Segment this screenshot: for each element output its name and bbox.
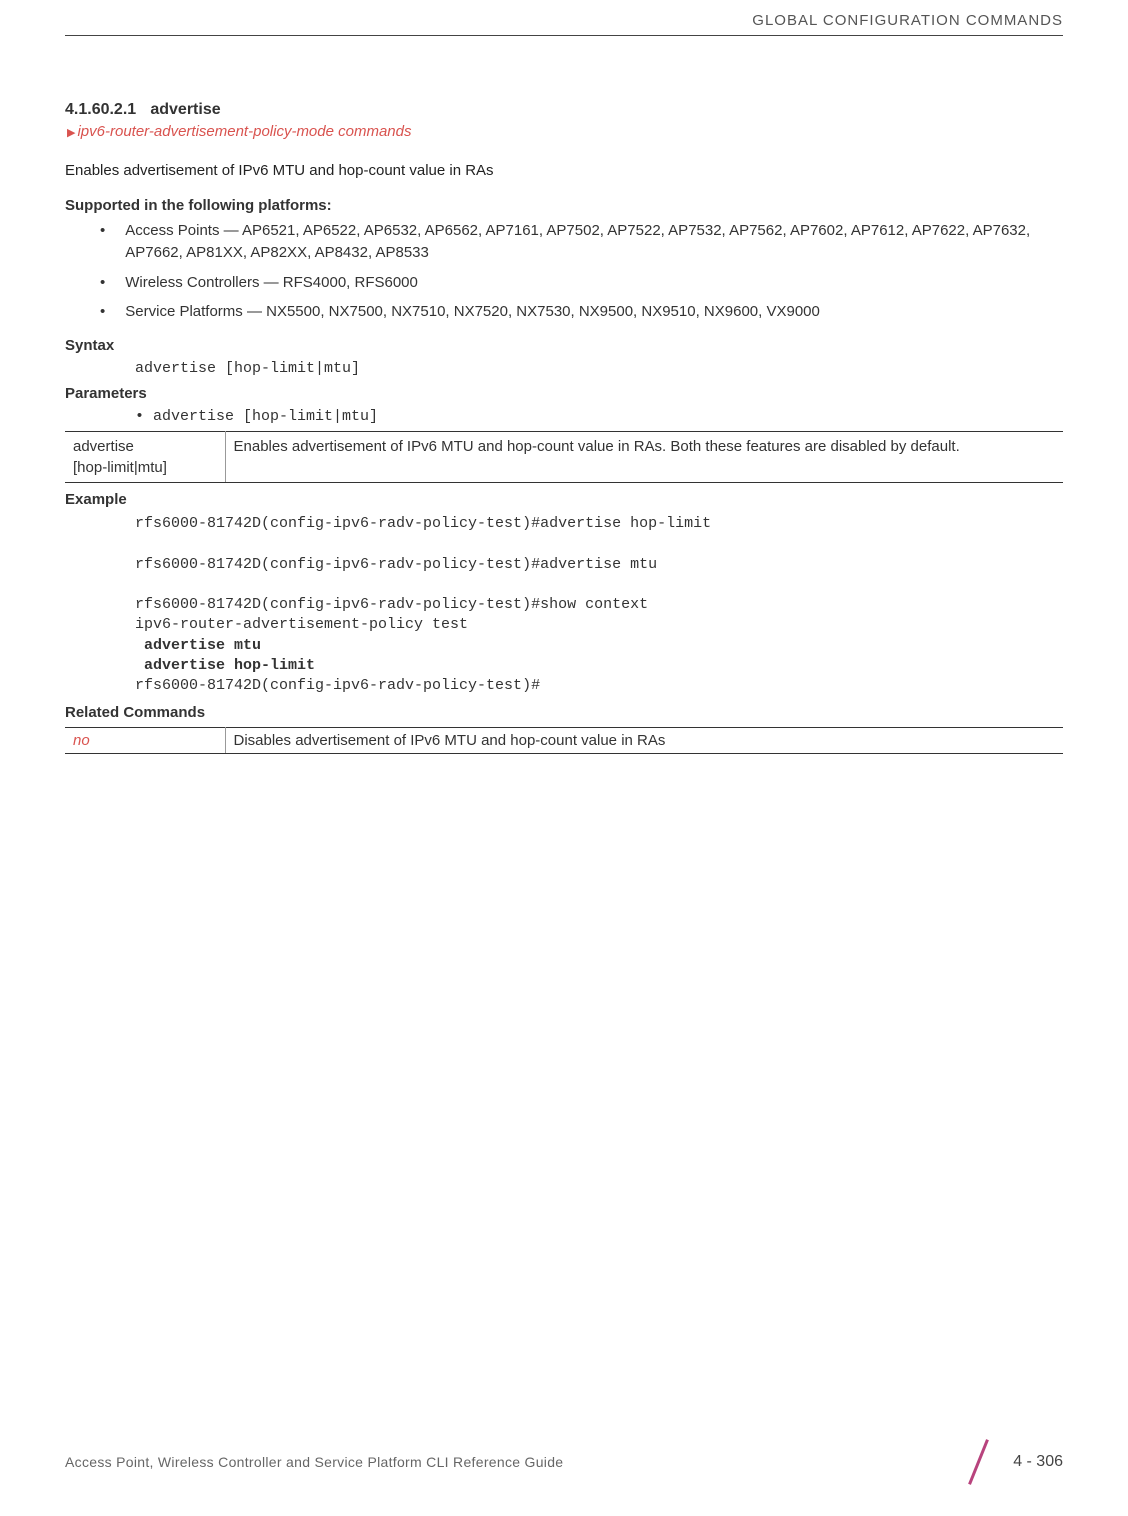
list-item: • Wireless Controllers — RFS4000, RFS600… xyxy=(100,272,1063,294)
parameters-table: advertise [hop-limit|mtu] Enables advert… xyxy=(65,431,1063,483)
related-desc-cell: Disables advertisement of IPv6 MTU and h… xyxy=(225,728,1063,754)
page-number: 4 - 306 xyxy=(1013,1453,1063,1471)
bullet-icon: • xyxy=(100,272,105,294)
supported-list: • Access Points — AP6521, AP6522, AP6532… xyxy=(100,220,1063,323)
arrow-icon: ▶ xyxy=(67,127,75,139)
mode-link[interactable]: ▶ipv6-router-advertisement-policy-mode c… xyxy=(67,123,1063,140)
bullet-icon: • xyxy=(100,301,105,323)
table-row: no Disables advertisement of IPv6 MTU an… xyxy=(65,728,1063,754)
example-code: rfs6000-81742D(config-ipv6-radv-policy-t… xyxy=(135,514,1063,696)
bullet-icon: • xyxy=(100,220,105,264)
slash-icon xyxy=(959,1438,995,1486)
syntax-label: Syntax xyxy=(65,337,1063,354)
param-name-cell: advertise [hop-limit|mtu] xyxy=(65,432,225,483)
footer-right: 4 - 306 xyxy=(959,1438,1063,1486)
parameters-label: Parameters xyxy=(65,385,1063,402)
section-heading: 4.1.60.2.1 advertise xyxy=(65,101,1063,119)
syntax-code: advertise [hop-limit|mtu] xyxy=(135,360,1063,377)
list-item-text: Access Points — AP6521, AP6522, AP6532, … xyxy=(125,220,1063,264)
section-title: advertise xyxy=(150,101,220,118)
param-desc-cell: Enables advertisement of IPv6 MTU and ho… xyxy=(225,432,1063,483)
footer: Access Point, Wireless Controller and Se… xyxy=(0,1438,1128,1486)
list-item-text: Service Platforms — NX5500, NX7500, NX75… xyxy=(125,301,820,323)
section-number: 4.1.60.2.1 xyxy=(65,101,136,118)
description: Enables advertisement of IPv6 MTU and ho… xyxy=(65,162,1063,179)
table-row: advertise [hop-limit|mtu] Enables advert… xyxy=(65,432,1063,483)
main-content: 4.1.60.2.1 advertise ▶ipv6-router-advert… xyxy=(65,36,1063,754)
link-text: ipv6-router-advertisement-policy-mode co… xyxy=(77,123,411,140)
list-item: • Service Platforms — NX5500, NX7500, NX… xyxy=(100,301,1063,323)
list-item-text: Wireless Controllers — RFS4000, RFS6000 xyxy=(125,272,418,294)
header-title: GLOBAL CONFIGURATION COMMANDS xyxy=(65,0,1063,36)
supported-label: Supported in the following platforms: xyxy=(65,197,1063,214)
related-cmd-cell[interactable]: no xyxy=(65,728,225,754)
list-item: • Access Points — AP6521, AP6522, AP6532… xyxy=(100,220,1063,264)
related-table: no Disables advertisement of IPv6 MTU an… xyxy=(65,727,1063,754)
footer-title: Access Point, Wireless Controller and Se… xyxy=(65,1454,563,1470)
example-label: Example xyxy=(65,491,1063,508)
param-code: • advertise [hop-limit|mtu] xyxy=(135,408,1063,425)
related-label: Related Commands xyxy=(65,704,1063,721)
